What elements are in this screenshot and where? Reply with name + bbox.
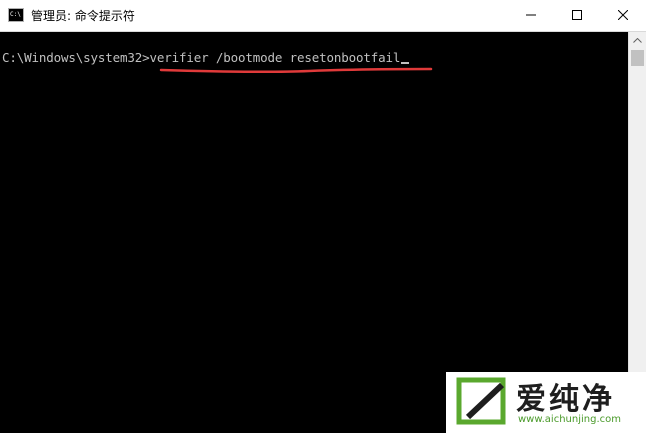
- maximize-icon: [572, 10, 582, 20]
- site-logo-icon: [456, 377, 506, 425]
- watermark-url: www.aichunjing.com: [518, 414, 621, 425]
- command-prompt-window: C:\ 管理员: 命令提示符 C:\Windows\system32>verif…: [0, 0, 646, 433]
- scroll-thumb[interactable]: [631, 50, 644, 66]
- cmd-app-icon[interactable]: C:\: [8, 8, 24, 22]
- command-text: verifier /bootmode resetonbootfail: [149, 50, 401, 65]
- text-cursor: [401, 62, 410, 64]
- watermark: 爱纯净 www.aichunjing.com: [446, 372, 646, 433]
- close-button[interactable]: [600, 0, 646, 31]
- title-bar[interactable]: C:\ 管理员: 命令提示符: [0, 0, 646, 32]
- red-underline-annotation: [159, 67, 433, 74]
- close-icon: [618, 10, 628, 20]
- window-title: 管理员: 命令提示符: [31, 9, 135, 23]
- scroll-up-arrow-icon: [633, 38, 642, 43]
- scroll-up-button[interactable]: [629, 32, 646, 49]
- minimize-button[interactable]: [508, 0, 554, 31]
- minimize-icon: [526, 14, 536, 16]
- watermark-brand: 爱纯净: [516, 382, 615, 417]
- prompt-text: C:\Windows\system32>: [2, 50, 150, 65]
- command-line[interactable]: C:\Windows\system32>verifier /bootmode r…: [2, 50, 410, 65]
- maximize-button[interactable]: [554, 0, 600, 31]
